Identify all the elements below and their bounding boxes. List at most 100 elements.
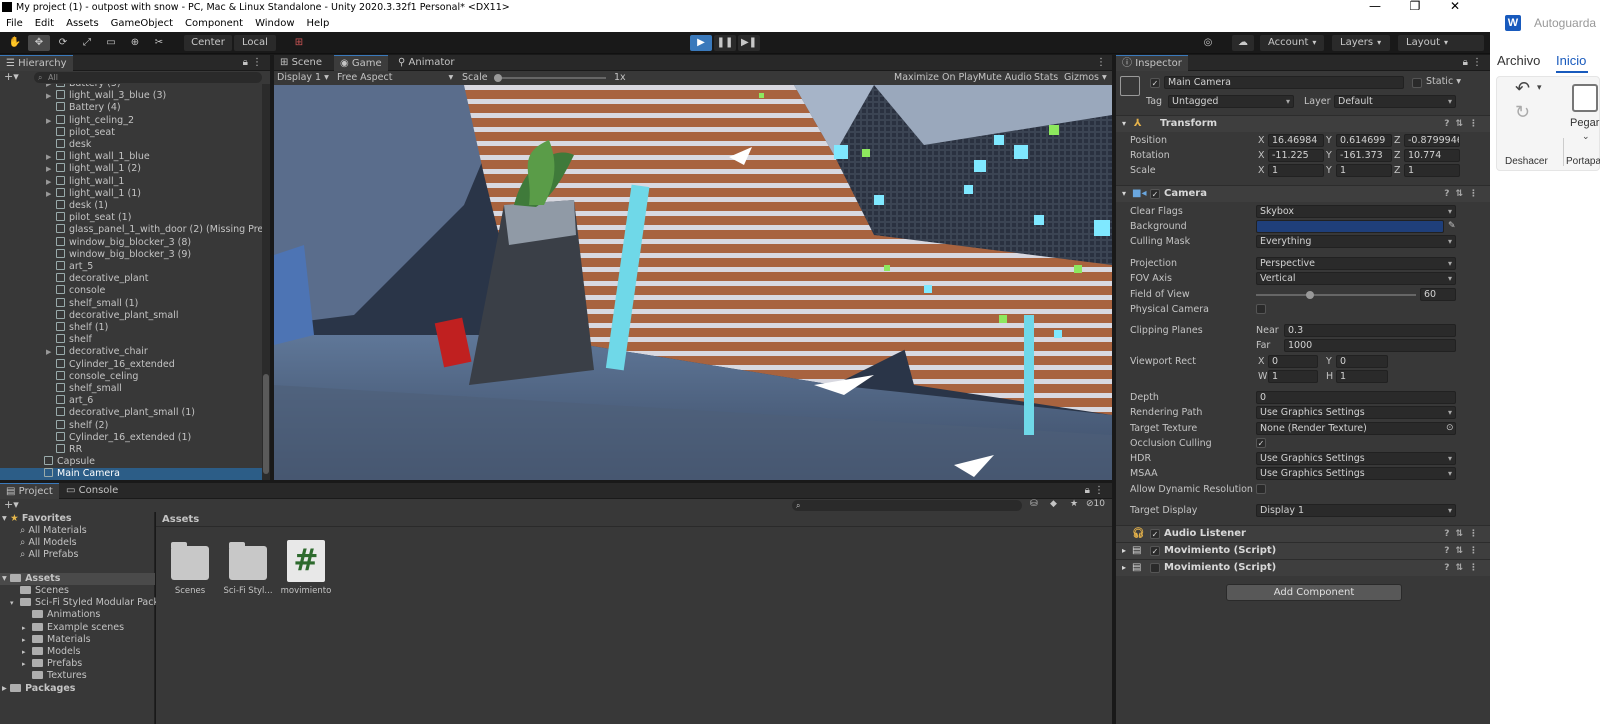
position-z-field[interactable]: -0.8799946 <box>1404 134 1460 147</box>
rotation-x-field[interactable]: -11.225 <box>1268 149 1324 162</box>
hierarchy-item[interactable]: Main Camera <box>0 468 262 480</box>
aspect-dropdown[interactable]: Free Aspect ▾ <box>337 71 453 85</box>
project-folder-item[interactable]: Animations <box>22 609 100 621</box>
view-menu-icon[interactable]: ⋮ <box>1096 55 1106 71</box>
fov-slider-thumb[interactable] <box>1306 291 1315 299</box>
audio-listener-checkbox[interactable]: ✓ <box>1150 529 1160 539</box>
hierarchy-item[interactable]: console <box>0 285 262 297</box>
redo-icon[interactable]: ↻ <box>1515 102 1530 123</box>
close-button[interactable]: ✕ <box>1440 0 1470 15</box>
collab-icon[interactable]: ◎ <box>1200 35 1216 51</box>
hierarchy-item[interactable]: glass_panel_1_with_door (2) (Missing Pre… <box>0 224 262 236</box>
hierarchy-item[interactable]: shelf_small <box>0 383 262 395</box>
menu-item-window[interactable]: Window <box>249 18 300 29</box>
rendering-path-dropdown[interactable]: Use Graphics Settings <box>1256 406 1456 419</box>
layers-dropdown[interactable]: Layers <box>1332 35 1390 51</box>
folder-expand-icon[interactable]: ▸ <box>22 646 32 658</box>
fov-slider-track[interactable] <box>1256 291 1416 299</box>
transform-tool-icon[interactable]: ⊕ <box>124 35 146 51</box>
far-field[interactable]: 1000 <box>1284 339 1456 352</box>
script-enabled-checkbox-2[interactable] <box>1150 563 1160 573</box>
fov-axis-dropdown[interactable]: Vertical <box>1256 272 1456 285</box>
project-folder-item[interactable]: Scenes <box>10 585 69 597</box>
undo-dropdown-icon[interactable]: ▾ <box>1537 82 1542 93</box>
scale-slider-track[interactable] <box>494 74 606 82</box>
target-display-dropdown[interactable]: Display 1 <box>1256 504 1456 517</box>
hierarchy-item[interactable]: shelf (1) <box>0 322 262 334</box>
expand-arrow-icon[interactable]: ▶ <box>46 176 51 188</box>
hand-tool-icon[interactable]: ✋ <box>4 35 26 51</box>
grid-snap-icon[interactable]: ⊞ <box>290 35 308 51</box>
position-x-field[interactable]: 16.46984 <box>1268 134 1324 147</box>
viewport-x-field[interactable]: 0 <box>1268 355 1318 368</box>
hierarchy-item[interactable]: pilot_seat <box>0 126 262 139</box>
favorite-item[interactable]: ⌕ All Models <box>20 537 77 549</box>
minimize-button[interactable]: — <box>1360 0 1390 15</box>
hierarchy-item[interactable]: window_big_blocker_3 (8) <box>0 236 262 249</box>
script-component-header-2[interactable]: ▸ ▤ Movimiento (Script) ?⇅⋮ <box>1116 559 1490 576</box>
hierarchy-item[interactable]: ▶ light_wall_1 <box>0 175 262 188</box>
project-folder-item[interactable]: ▸ Example scenes <box>22 622 124 634</box>
hierarchy-item[interactable]: decorative_plant_small <box>0 309 262 322</box>
favorite-item[interactable]: ⌕ All Materials <box>20 525 87 537</box>
hierarchy-item[interactable]: art_6 <box>0 395 262 407</box>
hierarchy-item[interactable]: ▶ light_wall_1 (1) <box>0 187 262 200</box>
hierarchy-item[interactable]: shelf_small (1) <box>0 297 262 310</box>
hierarchy-item[interactable]: ▶ light_wall_3_blue (3) <box>0 90 262 102</box>
tab-console[interactable]: ▭ Console <box>60 483 124 499</box>
add-component-button[interactable]: Add Component <box>1226 584 1402 601</box>
layer-dropdown[interactable]: Default <box>1334 95 1456 108</box>
rect-tool-icon[interactable]: ▭ <box>100 35 122 51</box>
hierarchy-item[interactable]: decorative_plant <box>0 273 262 285</box>
filter-type-icon[interactable]: ⛁ <box>1030 499 1038 509</box>
inspector-lock-icon[interactable]: 🔒︎ <box>1463 55 1468 71</box>
tab-game[interactable]: ◉ Game <box>334 55 388 71</box>
mute-audio-toggle[interactable]: Mute Audio <box>978 71 1032 85</box>
hierarchy-item[interactable]: console_celing <box>0 370 262 383</box>
script-menu-icons-2[interactable]: ?⇅⋮ <box>1444 560 1484 576</box>
menu-item-help[interactable]: Help <box>301 18 336 29</box>
clear-flags-dropdown[interactable]: Skybox <box>1256 205 1456 218</box>
expand-arrow-icon[interactable]: ▶ <box>46 151 51 163</box>
hierarchy-item[interactable]: art_5 <box>0 261 262 273</box>
object-name-field[interactable]: Main Camera <box>1164 76 1404 89</box>
rotation-z-field[interactable]: 10.774 <box>1404 149 1460 162</box>
viewport-w-field[interactable]: 1 <box>1268 370 1318 383</box>
paste-label[interactable]: Pegar <box>1570 117 1599 129</box>
project-search-input[interactable]: ⌕ <box>792 500 1022 511</box>
script-enabled-checkbox-1[interactable]: ✓ <box>1150 546 1160 556</box>
hierarchy-item[interactable]: ▶ light_wall_1_blue <box>0 151 262 163</box>
expand-arrow-icon[interactable]: ▶ <box>46 346 51 358</box>
msaa-dropdown[interactable]: Use Graphics Settings <box>1256 467 1456 480</box>
menu-item-edit[interactable]: Edit <box>29 18 60 29</box>
expand-arrow-icon[interactable]: ▶ <box>46 115 51 127</box>
folder-expand-icon[interactable]: ▾ <box>10 597 20 609</box>
asset-tile[interactable]: Sci-Fi Styl... <box>218 540 278 596</box>
tab-inspector[interactable]: ⓘ Inspector <box>1116 55 1188 71</box>
tab-scene[interactable]: ⊞ Scene <box>274 55 328 71</box>
hierarchy-item[interactable]: window_big_blocker_3 (9) <box>0 248 262 261</box>
folder-expand-icon[interactable]: ▸ <box>22 622 32 634</box>
camera-menu-icons[interactable]: ?⇅⋮ <box>1444 186 1484 202</box>
packages-root[interactable]: ▸ Packages <box>2 683 75 695</box>
audio-listener-menu-icons[interactable]: ?⇅⋮ <box>1444 526 1484 542</box>
project-folder-item[interactable]: ▸ Models <box>22 646 80 658</box>
scale-x-field[interactable]: 1 <box>1268 164 1324 177</box>
pause-button[interactable]: ❚❚ <box>714 35 736 51</box>
layout-dropdown[interactable]: Layout <box>1398 35 1484 51</box>
step-button[interactable]: ▶❚ <box>738 35 760 51</box>
word-tab-file[interactable]: Archivo <box>1497 53 1540 68</box>
maximize-button[interactable]: ❐ <box>1400 0 1430 15</box>
scale-z-field[interactable]: 1 <box>1404 164 1460 177</box>
display-dropdown[interactable]: Display 1 ▾ <box>277 71 329 85</box>
hierarchy-item[interactable]: Cylinder_16_extended (1) <box>0 431 262 444</box>
camera-enabled-checkbox[interactable]: ✓ <box>1150 189 1160 199</box>
game-viewport[interactable] <box>274 85 1112 480</box>
hierarchy-item[interactable]: Capsule <box>0 456 262 468</box>
expand-arrow-icon[interactable]: ▶ <box>46 188 51 200</box>
panel-menu-icon[interactable]: ⋮ <box>252 55 262 71</box>
hdr-dropdown[interactable]: Use Graphics Settings <box>1256 452 1456 465</box>
custom-tool-icon[interactable]: ✂ <box>148 35 170 51</box>
viewport-h-field[interactable]: 1 <box>1336 370 1388 383</box>
menu-item-assets[interactable]: Assets <box>60 18 105 29</box>
